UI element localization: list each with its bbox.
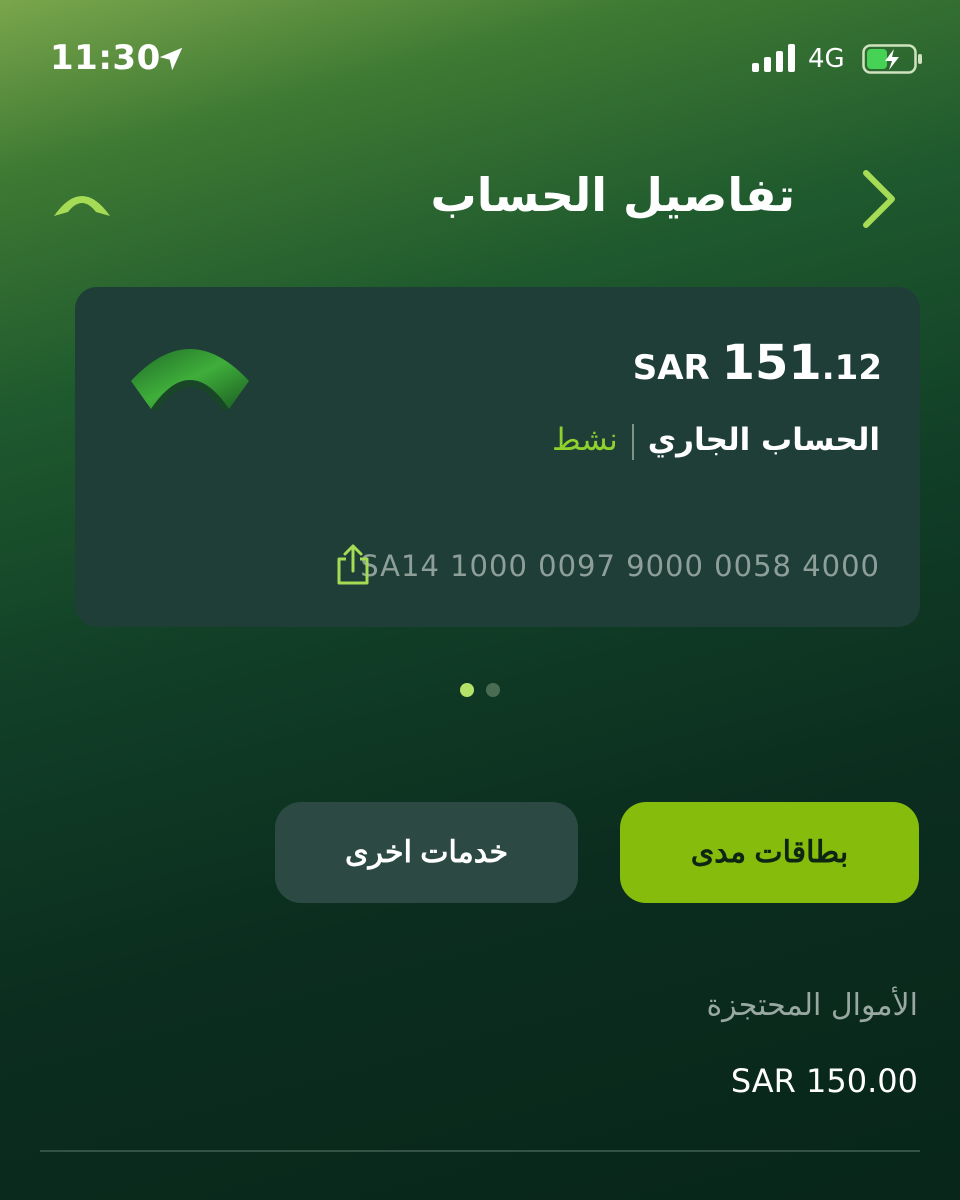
balance-currency: SAR <box>632 348 710 388</box>
iban-number: SA14 1000 0097 9000 0058 4000 <box>360 549 880 583</box>
share-icon[interactable] <box>333 543 373 587</box>
bank-logo-icon <box>131 349 249 411</box>
signal-bars-icon <box>752 44 795 72</box>
account-name: الحساب الجاري <box>647 422 880 458</box>
mada-cards-button[interactable]: بطاقات مدى <box>620 802 919 903</box>
account-card[interactable]: SAR 151.12 الحساب الجاري نشط SA14 1000 00… <box>75 287 920 627</box>
section-divider <box>40 1150 920 1152</box>
network-type: 4G <box>808 44 845 74</box>
status-time: 11:30 <box>50 38 161 78</box>
battery-charging-icon <box>862 44 922 74</box>
divider <box>631 423 634 460</box>
other-services-button[interactable]: خدمات اخرى <box>275 802 578 903</box>
reserved-funds-value: SAR 150.00 <box>730 1062 918 1100</box>
account-type-row: الحساب الجاري نشط <box>552 422 880 460</box>
reserved-funds-label: الأموال المحتجزة <box>706 988 918 1023</box>
pager-dot[interactable] <box>486 683 500 697</box>
account-balance: SAR 151.12 <box>633 335 882 391</box>
bank-logo-icon[interactable] <box>52 182 112 222</box>
balance-decimal: .12 <box>821 348 882 388</box>
status-badge: نشط <box>552 422 618 458</box>
location-arrow-icon <box>159 47 183 71</box>
page-title: تفاصيل الحساب <box>430 168 795 222</box>
chevron-right-icon[interactable] <box>858 168 900 230</box>
pager-dot-active[interactable] <box>460 683 474 697</box>
balance-whole: 151 <box>721 335 822 391</box>
